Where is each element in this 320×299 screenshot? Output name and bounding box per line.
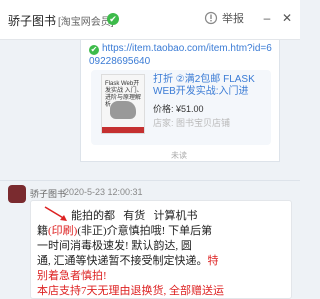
msg-line1-prefix: 能拍的都 [71,210,115,222]
arrow-icon [44,206,67,221]
avatar[interactable] [8,185,26,203]
product-store: 店家: 图书宝贝店铺 [153,116,230,129]
chat-header: 骄子图书 [淘宝网会员] ✔ 举报 – ✕ [0,0,300,40]
product-preview[interactable]: Flask Web开发实战 入门、进阶与原理解析 打折 ②满2包邮 FLASK … [91,70,271,145]
message-line-5: 别着急者慎拍! [37,270,107,282]
msg-line1-mid: 有货 [123,210,146,222]
report-icon[interactable] [204,11,218,25]
header-actions: 举报 – ✕ [204,10,294,26]
product-link[interactable]: ✔ https://item.taobao.com/item.htm?id=609… [89,42,275,68]
product-price: 价格: ¥51.00 [153,102,204,115]
price-value: ¥51.00 [176,104,204,114]
product-title[interactable]: 打折 ②满2包邮 FLASK WEB开发实战:入门进 [153,74,268,98]
store-label: 店家: [153,118,174,128]
message-line-1: 能拍的都 有货 计算机书 [71,207,198,223]
divider [0,180,300,181]
book-cover: Flask Web开发实战 入门、进阶与原理解析 [101,74,145,134]
chat-title: 骄子图书 [淘宝网会员] [8,12,114,29]
member-tag: [淘宝网会员] [58,17,114,28]
message-line-4: 通, 汇通等快递暂不接受制定快递。特 [37,252,219,268]
msg-line1-suffix: 计算机书 [153,210,198,222]
product-share-card[interactable]: ✔ https://item.taobao.com/item.htm?id=609… [80,40,280,162]
store-name: 图书宝贝店铺 [176,118,231,128]
msg-line4-a: 通, 汇通等快递暂不接受制定快递。 [37,255,208,267]
message-bubble: 能拍的都 有货 计算机书 籍(印刷)(非正)介意慎拍哦! 下单后第 一时间消毒极… [30,200,292,299]
cover-stripe [102,127,144,133]
msg-line2-rest: (非正)介意慎拍哦! 下单后第 [77,225,213,237]
read-status: 未读 [171,151,187,160]
report-button[interactable]: 举报 [222,10,244,26]
minimize-button[interactable]: – [260,11,274,25]
shop-name: 骄子图书 [8,14,57,28]
msg-line2-start: 籍 [37,225,48,237]
msg-line2-red: (印刷) [48,225,78,237]
verified-check-icon: ✔ [107,13,119,25]
price-label: 价格: [153,104,174,114]
message-sender: 骄子图书 [30,189,67,199]
message-line-6: 本店支持7天无理由退换货, 全部赠送运 [37,285,224,297]
check-icon: ✔ [89,45,99,55]
horse-illustration [110,101,136,119]
message-line-2: 籍(印刷)(非正)介意慎拍哦! 下单后第 [37,222,212,238]
product-url[interactable]: https://item.taobao.com/item.htm?id=6092… [89,43,272,67]
message-line-3: 一时间消毒极速发! 默认韵达, 圆 [37,240,192,252]
msg-line4-red: 特 [207,255,219,267]
message-time: 2020-5-23 12:00:31 [64,187,143,197]
close-button[interactable]: ✕ [280,11,294,25]
